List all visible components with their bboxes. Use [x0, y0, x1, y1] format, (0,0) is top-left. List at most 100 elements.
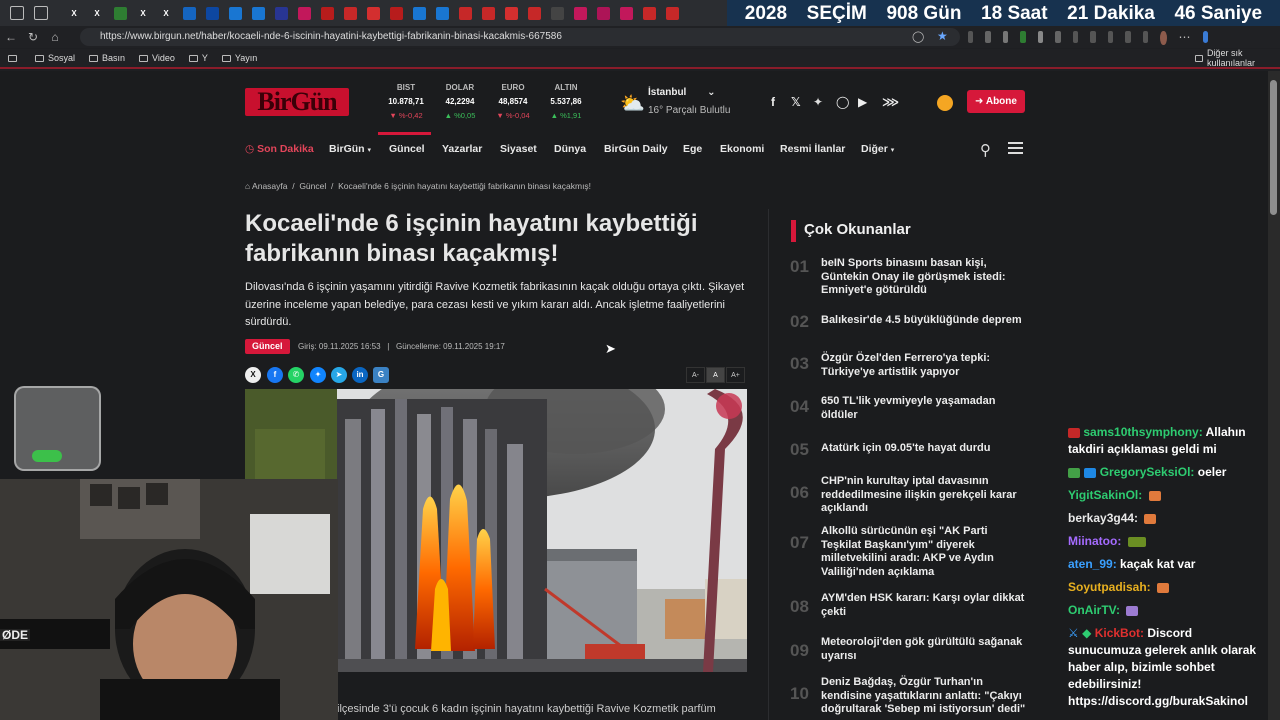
tab[interactable] — [638, 4, 660, 22]
tab[interactable]: X — [155, 4, 177, 22]
tab[interactable]: X — [86, 4, 108, 22]
tab[interactable] — [592, 4, 614, 22]
collections-icon[interactable] — [1107, 31, 1114, 43]
nav-dunya[interactable]: Dünya — [554, 143, 586, 155]
split-screen-icon[interactable] — [1072, 31, 1079, 43]
tab[interactable] — [500, 4, 522, 22]
tab-actions-icon[interactable] — [34, 6, 48, 20]
share-facebook-icon[interactable]: f — [267, 367, 283, 383]
nav-birgun-daily[interactable]: BirGün Daily — [604, 143, 668, 155]
extension-icon[interactable] — [1037, 31, 1044, 43]
nav-resmi-ilanlar[interactable]: Resmi İlanlar — [780, 143, 845, 155]
extension-icon[interactable] — [1002, 31, 1009, 43]
popular-item[interactable]: 09 Meteoroloji'den gök gürültülü sağanak … — [790, 636, 1026, 663]
font-decrease-button[interactable]: A- — [686, 367, 705, 383]
tab[interactable] — [109, 4, 131, 22]
profile-avatar[interactable] — [1160, 31, 1167, 45]
extensions-icon[interactable] — [1142, 31, 1149, 43]
popular-item[interactable]: 05 Atatürk için 09.05'te hayat durdu — [790, 440, 1026, 460]
popular-item[interactable]: 08 AYM'den HSK kararı: Karşı oylar dikkat… — [790, 592, 1026, 619]
window-icon[interactable] — [10, 6, 24, 20]
tab[interactable] — [224, 4, 246, 22]
more-icon[interactable]: ⋯ — [1179, 31, 1191, 43]
url-field[interactable]: https://www.birgun.net/haber/kocaeli-nde… — [80, 28, 960, 46]
bookmark-folder[interactable]: Y — [188, 53, 208, 63]
bookmark-folder[interactable]: Basın — [89, 53, 125, 63]
popular-item[interactable]: 06 CHP'nin kurultay iptal davasının redde… — [790, 475, 1026, 516]
share-whatsapp-icon[interactable]: ✆ — [288, 367, 304, 383]
tab[interactable] — [477, 4, 499, 22]
reload-icon[interactable]: ↻ — [22, 30, 44, 44]
share-news-icon[interactable]: G — [373, 367, 389, 383]
font-default-button[interactable]: A — [706, 367, 725, 383]
tab[interactable] — [293, 4, 315, 22]
category-badge[interactable]: Güncel — [245, 339, 290, 354]
other-bookmarks[interactable]: Diğer sık kullanılanlar — [1195, 48, 1280, 68]
share-telegram-icon[interactable]: ➤ — [331, 367, 347, 383]
site-logo[interactable]: BirGün — [245, 88, 349, 116]
font-increase-button[interactable]: A+ — [726, 367, 745, 383]
bluesky-icon[interactable]: ✦ — [813, 95, 823, 109]
popular-item[interactable]: 07 Alkollü sürücünün eşi "AK Parti Teşkil… — [790, 525, 1026, 579]
nav-guncel[interactable]: Güncel — [389, 143, 425, 155]
bookmark-folder[interactable]: Video — [139, 53, 175, 63]
tab[interactable]: X — [132, 4, 154, 22]
bookmark-folder[interactable]: Yayın — [221, 53, 257, 63]
scrollbar-thumb[interactable] — [1270, 80, 1277, 215]
popular-item[interactable]: 03 Özgür Özel'den Ferrero'ya tepki: Türki… — [790, 352, 1026, 379]
popular-item[interactable]: 04 650 TL'lik yevmiyeyle yaşamadan öldüle… — [790, 395, 1026, 422]
instagram-icon[interactable]: ◯ — [836, 95, 849, 109]
share-x-icon[interactable]: X — [245, 367, 261, 383]
nav-siyaset[interactable]: Siyaset — [500, 143, 537, 155]
nav-ege[interactable]: Ege — [683, 143, 702, 155]
nav-ekonomi[interactable]: Ekonomi — [720, 143, 764, 155]
nav-yazarlar[interactable]: Yazarlar — [442, 143, 482, 155]
extension-icon[interactable] — [1020, 31, 1026, 43]
weather-city-select[interactable]: İstanbul ⌄ — [648, 87, 716, 98]
tab[interactable]: X — [63, 4, 85, 22]
extension-icon[interactable] — [1055, 31, 1061, 43]
downloads-icon[interactable] — [1125, 31, 1131, 43]
theme-toggle-icon[interactable] — [937, 95, 953, 111]
breadcrumb-category[interactable]: Güncel — [299, 181, 326, 191]
share-bluesky-icon[interactable]: ✦ — [310, 367, 326, 383]
share-linkedin-icon[interactable]: in — [352, 367, 368, 383]
tab[interactable] — [615, 4, 637, 22]
popular-item[interactable]: 02 Balıkesir'de 4.5 büyüklüğünde deprem — [790, 312, 1026, 332]
x-icon[interactable]: 𝕏 — [791, 95, 801, 109]
tab[interactable] — [546, 4, 568, 22]
tab[interactable] — [339, 4, 361, 22]
tab[interactable] — [661, 4, 683, 22]
popular-item[interactable]: 01 beIN Sports binasını basan kişi, Günte… — [790, 257, 1026, 298]
breadcrumb-home[interactable]: Anasayfa — [252, 181, 287, 191]
home-icon[interactable]: ⌂ — [44, 30, 66, 44]
bookmarks-icon[interactable] — [8, 54, 21, 62]
tab[interactable] — [385, 4, 407, 22]
popular-item[interactable]: 10 Deniz Bağdaş, Özgür Turhan'ın kendisin… — [790, 676, 1026, 717]
subscribe-button[interactable]: ➜ Abone — [967, 90, 1025, 113]
tab[interactable] — [523, 4, 545, 22]
read-aloud-icon[interactable]: ◯ — [912, 30, 924, 43]
tab[interactable] — [316, 4, 338, 22]
tab[interactable] — [201, 4, 223, 22]
tab[interactable] — [247, 4, 269, 22]
tab[interactable] — [431, 4, 453, 22]
nav-son-dakika[interactable]: ◷ Son Dakika — [245, 143, 314, 155]
bookmark-folder[interactable]: Sosyal — [35, 53, 75, 63]
tab[interactable] — [454, 4, 476, 22]
extension-icon[interactable] — [968, 31, 974, 43]
back-icon[interactable]: ← — [0, 30, 22, 44]
tab[interactable] — [270, 4, 292, 22]
hamburger-menu-icon[interactable] — [1008, 142, 1023, 154]
youtube-icon[interactable]: ▶ — [858, 95, 867, 109]
favorites-icon[interactable] — [1090, 31, 1096, 43]
nav-birgun[interactable]: BirGün ▾ — [329, 143, 371, 155]
tab[interactable] — [178, 4, 200, 22]
search-icon[interactable]: ⚲ — [980, 141, 991, 159]
tab[interactable] — [408, 4, 430, 22]
rss-icon[interactable]: ⋙ — [882, 95, 899, 109]
copilot-icon[interactable] — [1202, 31, 1208, 43]
nav-diger[interactable]: Diğer ▾ — [861, 143, 894, 155]
extension-icon[interactable] — [985, 31, 991, 43]
tab[interactable] — [362, 4, 384, 22]
